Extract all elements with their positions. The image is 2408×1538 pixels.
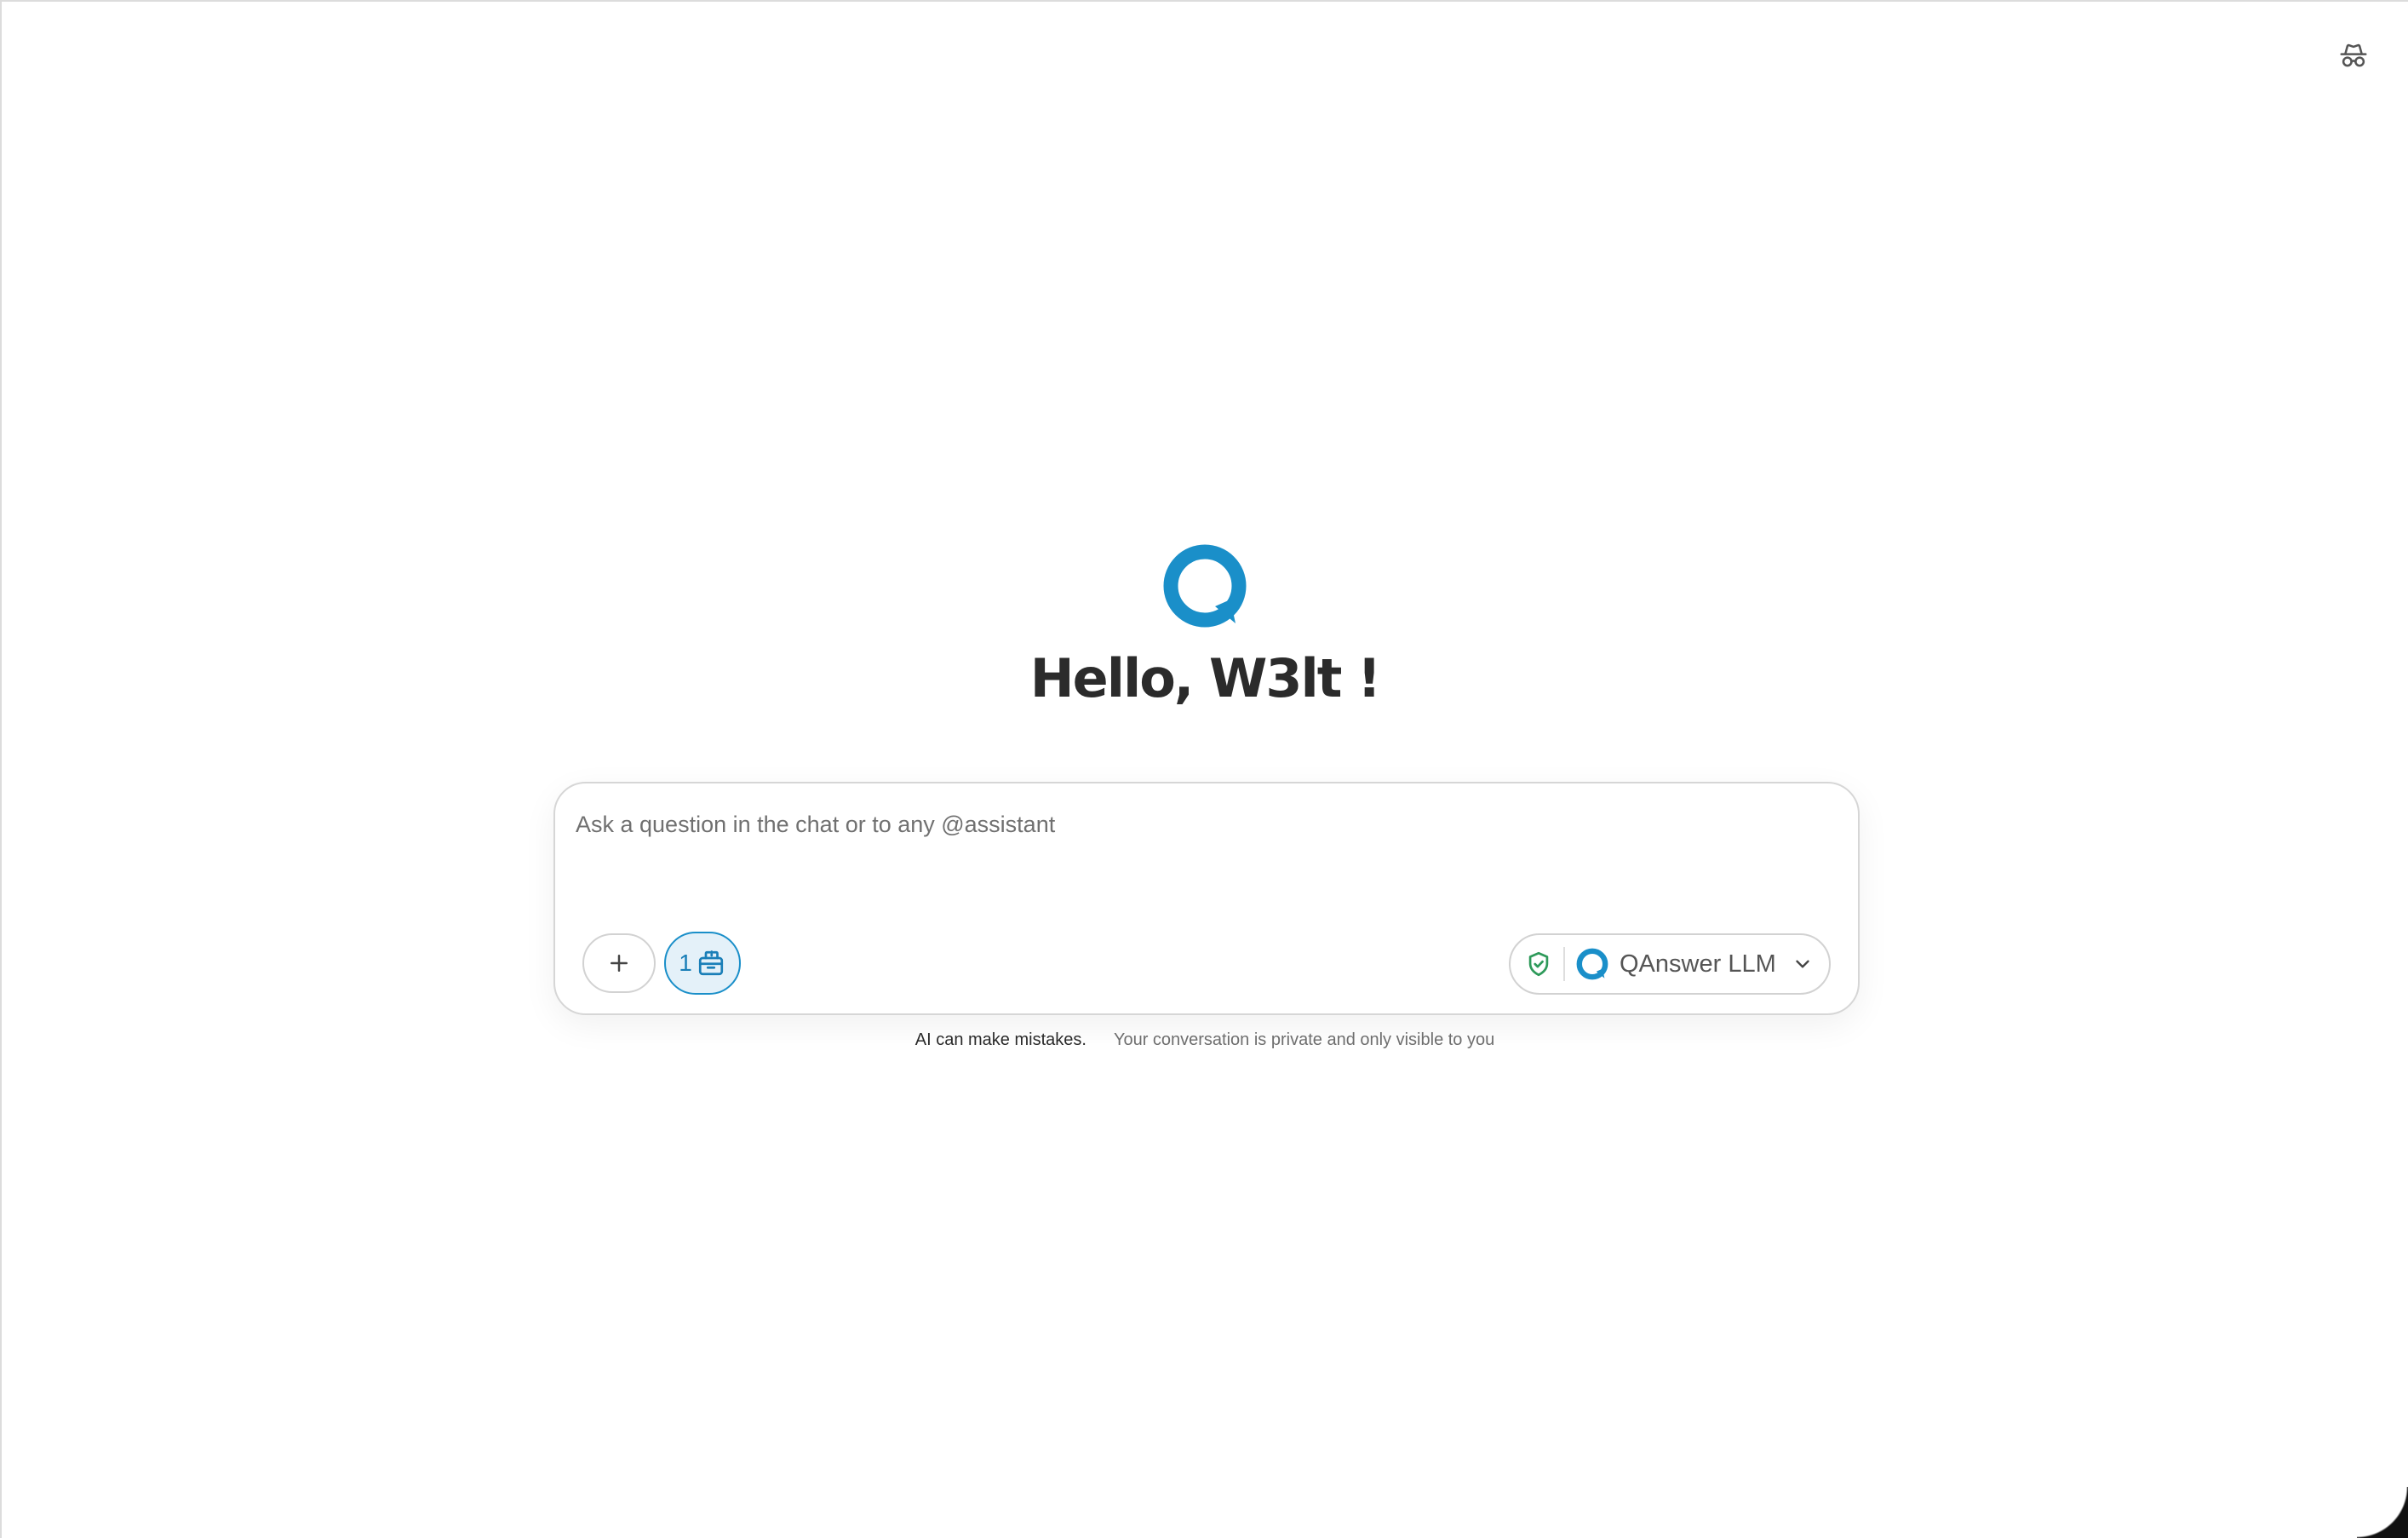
qanswer-logo-icon [1576,948,1608,980]
greeting-heading: Hello, W3lt ! [1029,647,1381,709]
knowledge-count-badge: 1 [679,950,692,976]
divider [1563,947,1565,981]
knowledge-selector-button[interactable]: 1 [664,932,741,995]
model-name-label: QAnswer LLM [1620,950,1776,978]
knowledge-box-icon [698,950,723,976]
add-attachment-button[interactable] [582,933,656,993]
window-corner [2357,1487,2408,1538]
ai-mistakes-disclaimer: AI can make mistakes. [914,1030,1086,1049]
chat-input[interactable] [576,806,1838,843]
composer-footnote: AI can make mistakes. Your conversation … [2,1030,2408,1050]
plus-icon [611,955,628,972]
chat-composer: 1 QAnswer LLM [553,782,1860,1015]
shield-check-icon [1528,951,1549,977]
chat-home-page: Hello, W3lt ! 1 [0,0,2408,1538]
incognito-icon [2340,43,2367,67]
model-selector-dropdown[interactable]: QAnswer LLM [1509,933,1831,995]
qanswer-logo-icon [1163,544,1247,628]
hero: Hello, W3lt ! [2,543,2408,709]
privacy-notice: Your conversation is private and only vi… [1113,1030,1495,1049]
incognito-mode-button[interactable] [2333,36,2374,77]
chevron-down-icon [1792,953,1814,975]
